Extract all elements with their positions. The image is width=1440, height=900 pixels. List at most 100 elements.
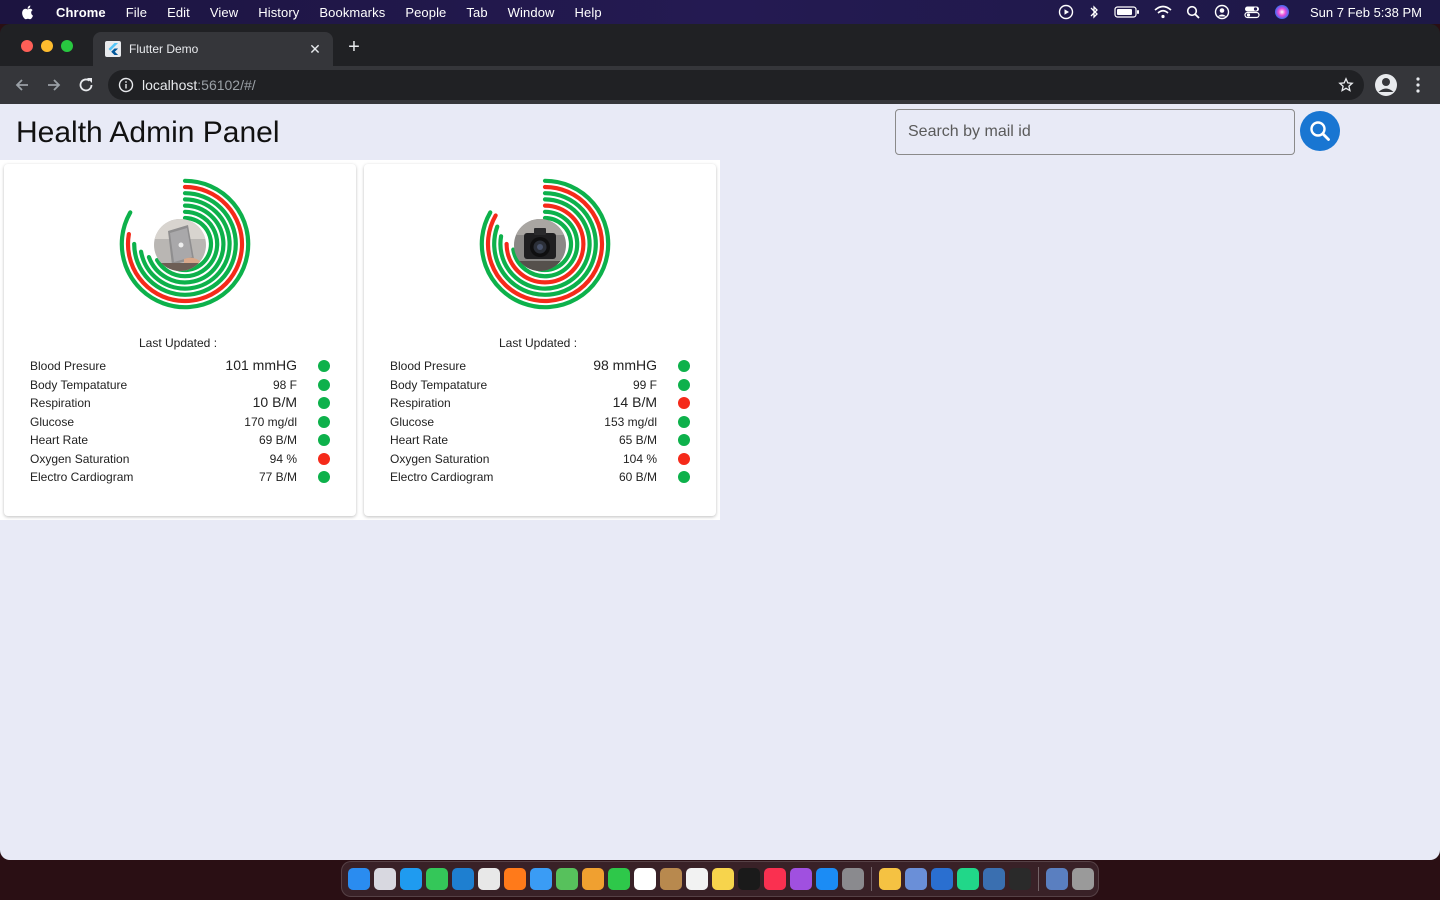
menu-tab[interactable]: Tab — [466, 5, 487, 20]
list-item: Glucose 153 mg/dl — [390, 413, 700, 432]
metric-label: Body Tempatature — [30, 377, 128, 392]
metric-label: Electro Cardiogram — [30, 470, 134, 484]
quicktime-icon[interactable] — [983, 868, 1005, 890]
window-close-button[interactable] — [21, 40, 33, 52]
messages-icon[interactable] — [426, 868, 448, 890]
list-item: Glucose 170 mg/dl — [30, 413, 340, 432]
metric-label: Body Tempatature — [390, 377, 488, 392]
apple-icon[interactable] — [20, 4, 36, 20]
bluetooth-icon[interactable] — [1088, 4, 1100, 20]
window-zoom-button[interactable] — [61, 40, 73, 52]
window-minimize-button[interactable] — [41, 40, 53, 52]
contacts-icon[interactable] — [660, 868, 682, 890]
status-dot — [318, 360, 330, 372]
status-dot — [678, 397, 690, 409]
calendar-icon[interactable] — [634, 868, 656, 890]
metric-value: 170 mg/dl — [244, 414, 297, 429]
firefox-icon[interactable] — [504, 868, 526, 890]
metric-label: Respiration — [390, 396, 451, 410]
metric-label: Oxygen Saturation — [390, 451, 490, 466]
browser-toolbar: localhost:56102/#/ — [0, 66, 1440, 104]
notes-icon[interactable] — [712, 868, 734, 890]
status-dot — [318, 415, 330, 428]
menu-bookmarks[interactable]: Bookmarks — [319, 5, 385, 20]
browser-menu-icon[interactable] — [1410, 75, 1426, 95]
facetime-icon[interactable] — [608, 868, 630, 890]
metric-label: Heart Rate — [390, 433, 449, 447]
profile-avatar-icon[interactable] — [1374, 73, 1398, 97]
pycharm-icon[interactable] — [957, 868, 979, 890]
mail-icon[interactable] — [530, 868, 552, 890]
new-tab-button[interactable]: + — [344, 37, 364, 58]
podcasts-icon[interactable] — [790, 868, 812, 890]
laptop-photo-icon — [154, 219, 206, 271]
terminal-icon[interactable] — [1009, 868, 1031, 890]
tab-strip: Flutter Demo ✕ + — [0, 24, 1440, 66]
search-input[interactable] — [895, 109, 1295, 155]
trash-icon[interactable] — [1072, 868, 1094, 890]
tab-flutter-demo[interactable]: Flutter Demo ✕ — [93, 32, 333, 66]
status-dot — [678, 434, 690, 446]
menu-file[interactable]: File — [126, 5, 147, 20]
list-item: Oxygen Saturation 104 % — [390, 450, 700, 469]
maps-icon[interactable] — [556, 868, 578, 890]
menu-window[interactable]: Window — [508, 5, 555, 20]
chrome-icon[interactable] — [478, 868, 500, 890]
metric-label: Glucose — [30, 414, 75, 429]
status-dot — [318, 471, 330, 483]
menubar-clock[interactable]: Sun 7 Feb 5:38 PM — [1310, 5, 1422, 20]
back-arrow-icon[interactable] — [12, 75, 32, 95]
patient-card[interactable]: Last Updated : Blood Presure 101 mmHG Bod… — [4, 164, 356, 516]
menu-help[interactable]: Help — [575, 5, 602, 20]
forward-arrow-icon[interactable] — [44, 75, 64, 95]
siri-icon[interactable] — [1274, 4, 1290, 20]
list-item: Oxygen Saturation 94 % — [30, 450, 340, 469]
finder-icon[interactable] — [348, 868, 370, 890]
menu-view[interactable]: View — [210, 5, 238, 20]
search-button[interactable] — [1300, 111, 1340, 151]
reload-icon[interactable] — [76, 75, 96, 95]
page-title: Health Admin Panel — [16, 116, 280, 149]
battery-icon[interactable] — [1114, 5, 1140, 19]
screen-record-icon[interactable] — [1058, 4, 1074, 20]
bookmark-star-icon[interactable] — [1338, 77, 1354, 93]
metric-label: Blood Presure — [30, 359, 107, 373]
dock-separator — [871, 867, 872, 891]
status-dot — [318, 378, 330, 391]
menu-edit[interactable]: Edit — [167, 5, 190, 20]
site-info-icon[interactable] — [118, 77, 134, 93]
launchpad-icon[interactable] — [374, 868, 396, 890]
last-updated-label: Last Updated : — [498, 336, 578, 350]
metric-label: Oxygen Saturation — [30, 451, 130, 466]
tab-title: Flutter Demo — [129, 42, 199, 56]
list-item: Heart Rate 69 B/M — [30, 431, 340, 450]
photos-icon[interactable] — [582, 868, 604, 890]
safari-icon[interactable] — [400, 868, 422, 890]
music-icon[interactable] — [764, 868, 786, 890]
vscode-icon[interactable] — [452, 868, 474, 890]
sourcetree-icon[interactable] — [931, 868, 953, 890]
textedit-icon[interactable] — [879, 868, 901, 890]
wifi-icon[interactable] — [1154, 5, 1172, 19]
search-icon — [1310, 121, 1330, 141]
appstore-icon[interactable] — [816, 868, 838, 890]
settings-icon[interactable] — [842, 868, 864, 890]
user-account-icon[interactable] — [1214, 4, 1230, 20]
menu-people[interactable]: People — [405, 5, 446, 20]
control-center-icon[interactable] — [1244, 4, 1260, 20]
reminders-icon[interactable] — [686, 868, 708, 890]
patient-card[interactable]: Last Updated : Blood Presure 98 mmHG Body… — [364, 164, 716, 516]
address-bar[interactable]: localhost:56102/#/ — [108, 70, 1364, 100]
tab-close-icon[interactable]: ✕ — [307, 41, 323, 57]
spotlight-icon[interactable] — [1186, 5, 1200, 19]
menu-app-name[interactable]: Chrome — [56, 5, 106, 20]
menu-history[interactable]: History — [258, 5, 299, 20]
appletv-icon[interactable] — [738, 868, 760, 890]
preview-icon[interactable] — [905, 868, 927, 890]
metric-label: Respiration — [30, 396, 91, 410]
list-item: Blood Presure 98 mmHG — [390, 357, 700, 376]
downloads-icon[interactable] — [1046, 868, 1068, 890]
metric-value: 60 B/M — [618, 470, 657, 484]
avatar — [154, 219, 206, 271]
macos-menu-bar: Chrome File Edit View History Bookmarks … — [0, 0, 1440, 24]
